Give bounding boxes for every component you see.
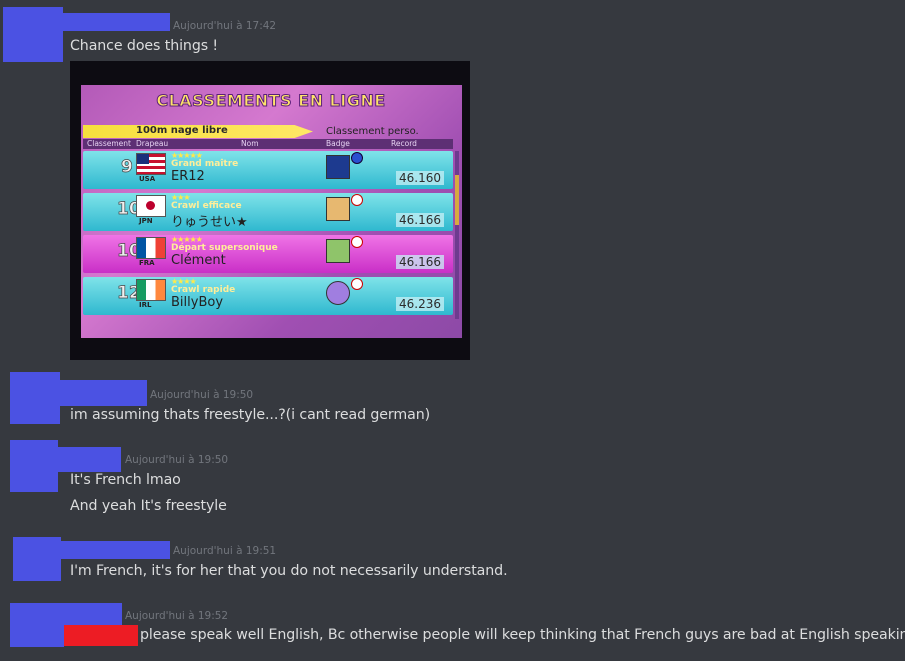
sonic-badge-icon — [326, 155, 350, 179]
message-text: im assuming thats freestyle...?(i cant r… — [70, 407, 431, 423]
username-redacted[interactable] — [60, 603, 122, 625]
message-timestamp: Aujourd'hui à 19:50 — [150, 389, 254, 401]
header-drapeau: Drapeau — [136, 139, 169, 148]
message-text: It's French lmao — [70, 472, 181, 488]
record-value: 46.236 — [396, 297, 444, 311]
avatar-redacted[interactable] — [10, 440, 58, 492]
rank: 9 — [121, 157, 134, 178]
avatar-redacted[interactable] — [10, 603, 64, 647]
record-value: 46.166 — [396, 255, 444, 269]
header-nom: Nom — [241, 139, 259, 148]
player-name: ER12 — [171, 169, 205, 184]
shell-badge-icon — [326, 281, 350, 305]
record-value: 46.160 — [396, 171, 444, 185]
country-code: USA — [139, 175, 156, 183]
header-record: Record — [391, 139, 417, 148]
game-title: CLASSEMENTS EN LIGNE — [156, 91, 386, 111]
record-value: 46.166 — [396, 213, 444, 227]
player-name: りゅうせい★ — [171, 215, 248, 230]
message-text: please speak well English, Bc otherwise … — [140, 627, 905, 643]
header-badge: Badge — [326, 139, 350, 148]
mode-label: Classement perso. — [326, 126, 419, 137]
flag-usa-icon — [136, 153, 166, 175]
message-timestamp: Aujourd'hui à 19:52 — [125, 610, 229, 622]
username-redacted[interactable] — [60, 13, 170, 31]
message-text: I'm French, it's for her that you do not… — [70, 563, 508, 579]
player-name: BillyBoy — [171, 295, 224, 310]
course-label: 100m nage libre — [136, 125, 228, 136]
player-title: Crawl rapide — [171, 285, 236, 295]
avatar-redacted[interactable] — [13, 537, 61, 581]
player-title: Grand maître — [171, 159, 239, 169]
avatar-redacted[interactable] — [10, 372, 60, 424]
message-timestamp: Aujourd'hui à 19:51 — [173, 545, 277, 557]
country-code: JPN — [139, 217, 153, 225]
username-redacted[interactable] — [58, 380, 147, 406]
flag-ireland-icon — [136, 279, 166, 301]
flag-japan-icon — [136, 195, 166, 217]
username-redacted[interactable] — [58, 447, 121, 472]
player-name: Clément — [171, 253, 226, 268]
list-scroll-thumb — [455, 175, 459, 225]
bowser-jr-badge-icon — [326, 239, 350, 263]
message-text: And yeah It's freestyle — [70, 498, 227, 514]
message-timestamp: Aujourd'hui à 19:50 — [125, 454, 229, 466]
avatar-redacted[interactable] — [3, 7, 63, 62]
username-redacted[interactable] — [60, 541, 170, 559]
country-code: FRA — [139, 259, 155, 267]
flag-france-icon — [136, 237, 166, 259]
mention-redacted[interactable] — [64, 625, 138, 646]
header-classement: Classement — [87, 139, 131, 148]
sonic-mini-icon — [351, 152, 363, 164]
peach-badge-icon — [326, 197, 350, 221]
image-attachment[interactable]: CLASSEMENTS EN LIGNE 100m nage libre Cla… — [70, 61, 470, 360]
mario-mini-icon — [351, 194, 363, 206]
player-title: Départ supersonique — [171, 243, 278, 253]
mario-mini-icon — [351, 236, 363, 248]
country-code: IRL — [139, 301, 152, 309]
message-timestamp: Aujourd'hui à 17:42 — [173, 20, 277, 32]
mario-mini-icon — [351, 278, 363, 290]
player-title: Crawl efficace — [171, 201, 242, 211]
game-screen: CLASSEMENTS EN LIGNE 100m nage libre Cla… — [81, 85, 462, 338]
message-text: Chance does things ! — [70, 38, 219, 54]
